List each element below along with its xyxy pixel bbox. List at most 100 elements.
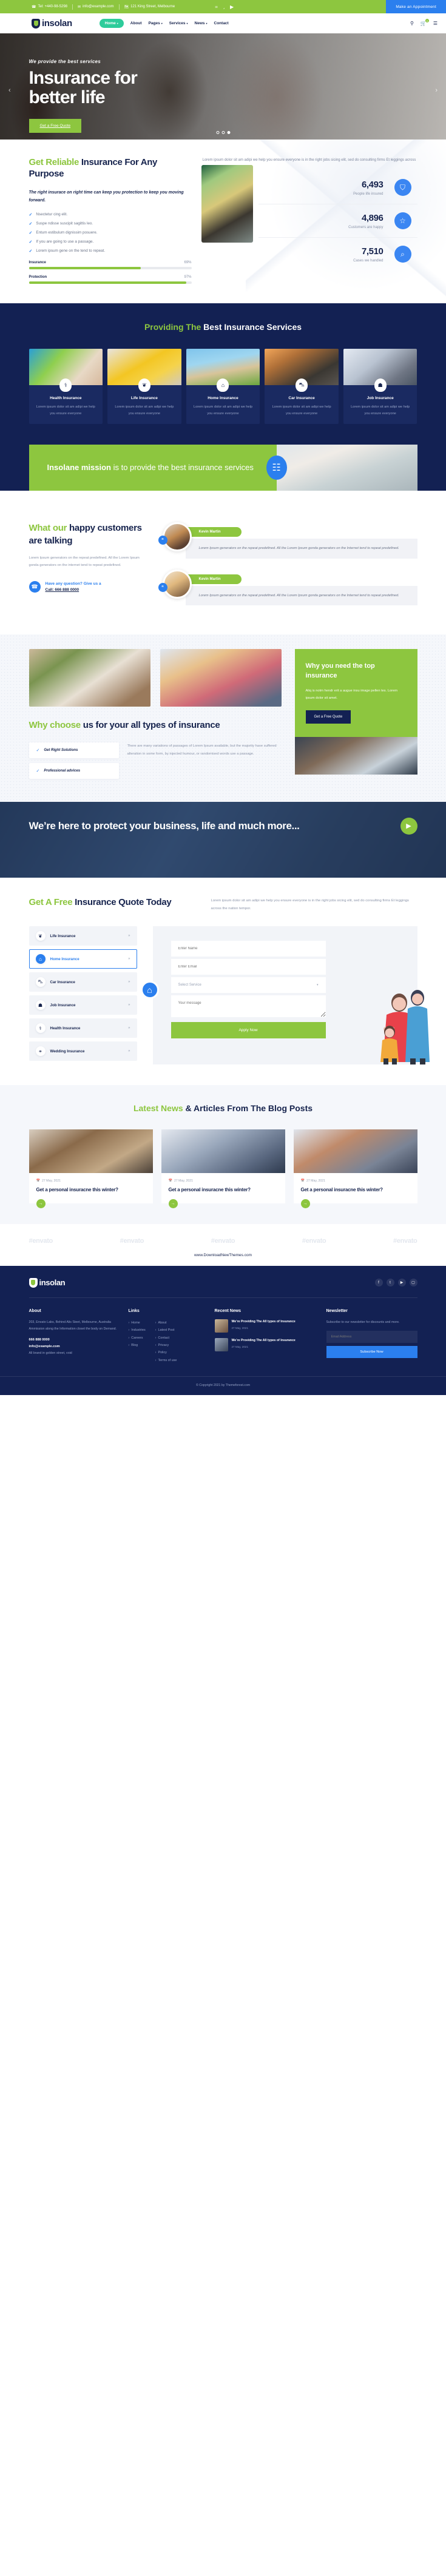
play-button-icon[interactable]: ▶ xyxy=(400,817,417,835)
call-question: Have any question? Give us a xyxy=(45,582,101,587)
nav-item-pages[interactable]: Pages ▾ xyxy=(149,21,163,25)
progress-track xyxy=(29,281,192,284)
mission-spacer xyxy=(0,491,446,507)
apply-now-button[interactable]: Apply Now xyxy=(171,1022,326,1039)
footer-link[interactable]: › Careers xyxy=(129,1334,146,1342)
service-select[interactable]: Select Service ▾ xyxy=(171,977,326,994)
stats-list: 6,493 People life insured ⛉ 4,896 Custom… xyxy=(258,171,417,271)
search-icon[interactable]: ⚲ xyxy=(410,21,414,26)
why-feature-advices[interactable]: ✓ Professional advices xyxy=(29,762,119,779)
slider-next-arrow[interactable]: › xyxy=(435,87,438,94)
why-choose-section: Why choose us for your all types of insu… xyxy=(0,634,446,802)
why-feature-solutions[interactable]: ✓ Get Right Solutions xyxy=(29,742,119,758)
call-number[interactable]: Call: 666 888 0000 xyxy=(46,588,101,592)
youtube-icon[interactable]: ▶ xyxy=(230,4,234,10)
nav-item-home[interactable]: Home ▾ xyxy=(99,19,124,28)
footer-link[interactable]: › Contact xyxy=(155,1334,177,1342)
name-field[interactable] xyxy=(171,941,326,957)
email-field[interactable] xyxy=(171,959,326,975)
facebook-icon[interactable]: = xyxy=(215,4,218,10)
cart-icon[interactable]: 🛒 0 xyxy=(421,19,429,26)
footer-link[interactable]: › Latest Post xyxy=(155,1327,177,1334)
youtube-icon[interactable]: ▶ xyxy=(397,1279,406,1287)
service-card-home[interactable]: ⌂ Home Insurance Lorem ipsum dolor sit a… xyxy=(186,349,260,425)
quote-tab-health[interactable]: ⚕ Health Insurance » xyxy=(29,1018,137,1038)
hero-quote-button[interactable]: Get a Free Quote xyxy=(29,118,82,133)
facebook-icon[interactable]: f xyxy=(374,1279,383,1287)
service-card-health[interactable]: ⚕ Health Insurance Lorem ipsum dolor sit… xyxy=(29,349,103,425)
blog-post-card[interactable]: 📅 27 May, 2021 Get a personal insuracne t… xyxy=(293,1129,417,1208)
site-logo[interactable]: insolan xyxy=(32,18,72,29)
list-item: ✓ Lorem ipsum gene on the tend to repeat. xyxy=(29,249,106,254)
subscribe-button[interactable]: Subscribe Now xyxy=(326,1346,417,1359)
blog-post-card[interactable]: 📅 27 May, 2021 Get a personal insuracne t… xyxy=(161,1129,285,1208)
envato-tag: #envato xyxy=(120,1237,144,1245)
footer-recent-column: Recent News We’re Providing The All type… xyxy=(214,1309,318,1365)
nav-item-about[interactable]: About xyxy=(130,21,142,25)
call-us-block[interactable]: ☎ Have any question? Give us a Call: 666… xyxy=(29,581,150,593)
service-image: ⛍ xyxy=(265,349,339,392)
twitter-icon[interactable]: t xyxy=(386,1279,394,1287)
service-card-car[interactable]: ⛍ Car Insurance Lorem ipsum dolor sit am… xyxy=(265,349,339,425)
service-card-job[interactable]: ☗ Job Insurance Lorem ipsum dolor sit am… xyxy=(343,349,417,425)
briefcase-icon: ☗ xyxy=(374,378,387,392)
about-right-column: Lorem ipsum dolor sit am adipi we help y… xyxy=(201,156,417,290)
blog-post-card[interactable]: 📅 27 May, 2021 Get a personal insuracne t… xyxy=(29,1129,153,1208)
topbar-email[interactable]: ✉ info@example.com xyxy=(78,5,113,9)
instagram-icon[interactable]: ▢ xyxy=(409,1279,417,1287)
why-grid: Why choose us for your all types of insu… xyxy=(29,648,417,784)
quote-icon: “ xyxy=(158,582,167,592)
footer-link[interactable]: › Terms of use xyxy=(155,1357,177,1364)
footer-links-column: Links › Home › Industries › Careers › Blog ›… xyxy=(129,1309,206,1365)
chevron-right-icon: » xyxy=(128,1003,130,1007)
chevron-down-icon: ▾ xyxy=(316,983,319,987)
twitter-icon[interactable]: ⸲ xyxy=(223,4,225,10)
topbar-phone[interactable]: ☎ Tel: +440-98-5298 xyxy=(32,5,67,9)
slider-prev-arrow[interactable]: ‹ xyxy=(8,87,11,94)
footer-email[interactable]: info@example.com xyxy=(29,1343,120,1350)
life-shield-icon: ❦ xyxy=(35,931,46,941)
service-card-life[interactable]: ❦ Life Insurance Lorem ipsum dolor sit a… xyxy=(107,349,181,425)
footer-recent-item[interactable]: We’re Providing The All types of Insuran… xyxy=(214,1337,318,1351)
slider-dot-2[interactable] xyxy=(221,131,225,134)
policy-document-icon: ☷ xyxy=(266,456,287,480)
quote-tab-life[interactable]: ❦ Life Insurance » xyxy=(29,926,137,946)
quote-tab-wedding[interactable]: ⚭ Wedding Insurance » xyxy=(29,1041,137,1061)
footer-logo[interactable]: insolan xyxy=(29,1277,66,1288)
hamburger-menu-icon[interactable]: ☰ xyxy=(433,21,438,26)
quote-tab-car[interactable]: ⛍ Car Insurance » xyxy=(29,972,137,992)
arrow-right-icon[interactable]: → xyxy=(36,1199,46,1208)
why-card-quote-button[interactable]: Get a Free Quote xyxy=(305,710,351,724)
service-image: ❦ xyxy=(107,349,181,392)
slider-dot-1[interactable] xyxy=(216,131,219,134)
nav-item-contact[interactable]: Contact xyxy=(214,21,229,25)
quote-tab-job[interactable]: ☗ Job Insurance » xyxy=(29,995,137,1015)
phone-icon: ☎ xyxy=(29,581,41,593)
slider-dot-3[interactable] xyxy=(227,131,230,134)
chevron-down-icon: ▾ xyxy=(117,22,118,25)
footer-link[interactable]: › Privacy xyxy=(155,1342,177,1349)
arrow-right-icon[interactable]: → xyxy=(300,1199,310,1208)
recent-text: We’re Providing The All types of Insuran… xyxy=(232,1319,296,1333)
tab-label: Job Insurance xyxy=(50,1003,76,1007)
footer-link[interactable]: › Policy xyxy=(155,1349,177,1356)
footer-recent-item[interactable]: We’re Providing The All types of Insuran… xyxy=(214,1319,318,1333)
list-item: ✓ Entum estibulum dignissim posuere. xyxy=(29,230,98,235)
arrow-right-icon[interactable]: → xyxy=(168,1199,178,1208)
envato-tags: #envato #envato #envato #envato #envato xyxy=(29,1237,417,1245)
download-link[interactable]: www.DownloadNewThemes.com xyxy=(0,1253,446,1257)
footer-link[interactable]: › Home xyxy=(129,1319,146,1327)
testimonial-card: “ Kevin Martin Lorem Ipsum generators on… xyxy=(158,522,417,559)
footer-link[interactable]: › Blog xyxy=(129,1342,146,1349)
testimonial-card: “ Kevin Martin Lorem Ipsum generators on… xyxy=(158,569,417,605)
newsletter-email-input[interactable] xyxy=(326,1331,417,1343)
service-text: Lorem ipsum dolor sit am adipi we help y… xyxy=(193,405,252,415)
nav-item-news[interactable]: News ▾ xyxy=(195,21,208,25)
message-field[interactable] xyxy=(171,995,326,1018)
make-appointment-button[interactable]: Make an Appointment xyxy=(386,0,446,13)
nav-item-services[interactable]: Services ▾ xyxy=(169,21,188,25)
footer-phone[interactable]: 666 888 0000 xyxy=(29,1337,120,1343)
footer-link[interactable]: › Industries xyxy=(129,1327,146,1334)
footer-link[interactable]: › About xyxy=(155,1319,177,1327)
quote-tab-home[interactable]: ⌂ Home Insurance » xyxy=(29,949,137,969)
